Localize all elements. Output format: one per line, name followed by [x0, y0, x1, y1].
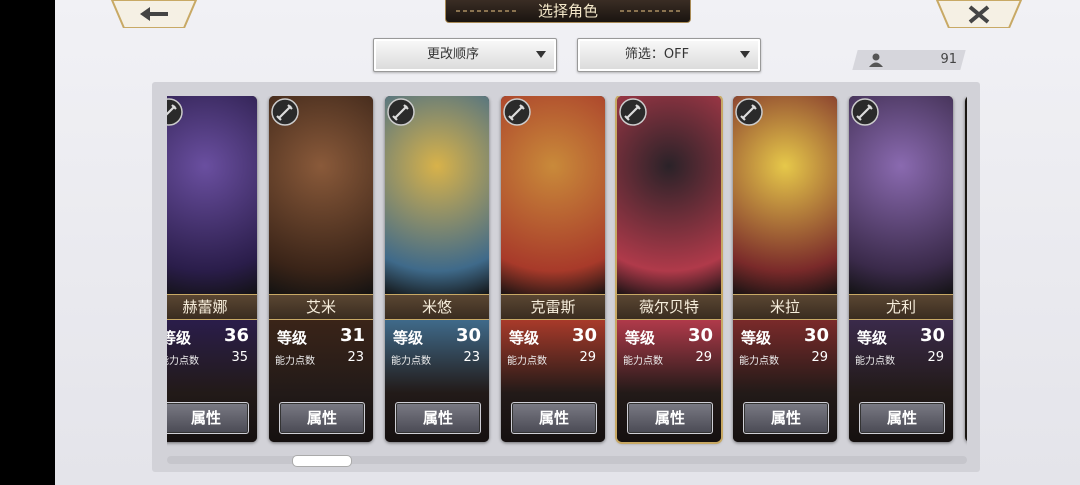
- character-card[interactable]: 米拉等级 30 能力点数 29 属性: [733, 96, 837, 442]
- filter-dropdown-label: 筛选：OFF: [624, 47, 690, 62]
- ability-points-label: 能力点数: [391, 356, 431, 367]
- character-name: 克雷斯: [501, 294, 605, 320]
- character-count-value: 91: [940, 52, 957, 67]
- character-portrait: [501, 96, 605, 296]
- filter-dropdown[interactable]: 筛选：OFF: [577, 38, 761, 72]
- level-value: 30: [919, 325, 945, 346]
- character-card-list[interactable]: 赫蕾娜等级 36 能力点数 35 属性 艾米等级 31 能力点数 23 属性 米悠等级 30 能力点数 2…: [167, 96, 967, 448]
- title-ornament-left: [456, 10, 516, 12]
- character-card[interactable]: 艾米等级 31 能力点数 23 属性: [269, 96, 373, 442]
- level-value: 30: [687, 325, 713, 346]
- sword-icon: [735, 98, 763, 126]
- ability-points-value: 29: [811, 350, 828, 365]
- ability-points-label: 能力点数: [275, 356, 315, 367]
- attributes-button[interactable]: 属性: [167, 402, 249, 434]
- attributes-button[interactable]: 属性: [627, 402, 713, 434]
- character-name: 赫蕾娜: [167, 294, 257, 320]
- character-portrait: [733, 96, 837, 296]
- level-label: 等级: [393, 329, 424, 347]
- armor-icon: [167, 98, 183, 126]
- character-name: 薇尔贝特: [617, 294, 721, 320]
- character-card[interactable]: 赫蕾娜等级 36 能力点数 35 属性: [167, 96, 257, 442]
- ability-points-label: 能力点数: [167, 356, 199, 367]
- character-name: 米悠: [385, 294, 489, 320]
- character-name: 尤利: [849, 294, 953, 320]
- user-icon: [869, 53, 883, 67]
- sword-icon: [503, 98, 531, 126]
- sort-dropdown[interactable]: 更改顺序: [373, 38, 557, 72]
- level-label: 等级: [509, 329, 540, 347]
- level-label: 等级: [857, 329, 888, 347]
- attributes-button[interactable]: 属性: [395, 402, 481, 434]
- character-card[interactable]: 薇尔贝特等级 30 能力点数 29 属性: [617, 96, 721, 442]
- character-card-partial[interactable]: [965, 96, 967, 442]
- attributes-button[interactable]: 属性: [859, 402, 945, 434]
- ability-points-label: 能力点数: [855, 356, 895, 367]
- level-value: 30: [455, 325, 481, 346]
- ability-points-value: 29: [927, 350, 944, 365]
- sword-icon: [619, 98, 647, 126]
- ability-points-label: 能力点数: [739, 356, 779, 367]
- character-count: 91: [865, 50, 957, 70]
- horizontal-scrollbar[interactable]: [167, 456, 967, 464]
- level-label: 等级: [625, 329, 656, 347]
- level-value: 36: [223, 325, 249, 346]
- title-bar: 选择角色: [445, 0, 691, 23]
- back-button[interactable]: [110, 0, 198, 28]
- level-label: 等级: [167, 329, 192, 347]
- level-label: 等级: [277, 329, 308, 347]
- ability-points-label: 能力点数: [623, 356, 663, 367]
- ability-points-value: 29: [579, 350, 596, 365]
- character-name: 米拉: [733, 294, 837, 320]
- character-card[interactable]: 克雷斯等级 30 能力点数 29 属性: [501, 96, 605, 442]
- close-button[interactable]: [935, 0, 1023, 28]
- character-card[interactable]: 米悠等级 30 能力点数 23 属性: [385, 96, 489, 442]
- character-portrait: [849, 96, 953, 296]
- character-name: 艾米: [269, 294, 373, 320]
- ability-points-value: 23: [347, 350, 364, 365]
- page-title: 选择角色: [537, 2, 598, 20]
- close-icon: [935, 0, 1023, 28]
- scrollbar-thumb[interactable]: [292, 455, 352, 467]
- chevron-down-icon: [740, 51, 750, 58]
- level-value: 30: [571, 325, 597, 346]
- ability-points-value: 35: [231, 350, 248, 365]
- level-label: 等级: [741, 329, 772, 347]
- character-portrait: [167, 96, 257, 296]
- character-portrait: [385, 96, 489, 296]
- chevron-down-icon: [536, 51, 546, 58]
- ability-points-label: 能力点数: [507, 356, 547, 367]
- title-ornament-right: [620, 10, 680, 12]
- character-card[interactable]: 尤利等级 30 能力点数 29 属性: [849, 96, 953, 442]
- katana-icon: [851, 98, 879, 126]
- attributes-button[interactable]: 属性: [511, 402, 597, 434]
- character-portrait: [617, 96, 721, 296]
- level-value: 30: [803, 325, 829, 346]
- back-arrow-icon: [110, 0, 198, 28]
- ability-points-value: 29: [695, 350, 712, 365]
- character-portrait: [269, 96, 373, 296]
- level-value: 31: [339, 325, 365, 346]
- attributes-button[interactable]: 属性: [279, 402, 365, 434]
- character-select-screen: 选择角色 更改顺序 筛选：OFF 91 赫蕾娜等级 36 能力点数 35 属性 艾米等级 3…: [55, 0, 1080, 485]
- ability-points-value: 23: [463, 350, 480, 365]
- sword-icon: [387, 98, 415, 126]
- sort-dropdown-label: 更改顺序: [426, 47, 479, 62]
- attributes-button[interactable]: 属性: [743, 402, 829, 434]
- gauntlet-icon: [271, 98, 299, 126]
